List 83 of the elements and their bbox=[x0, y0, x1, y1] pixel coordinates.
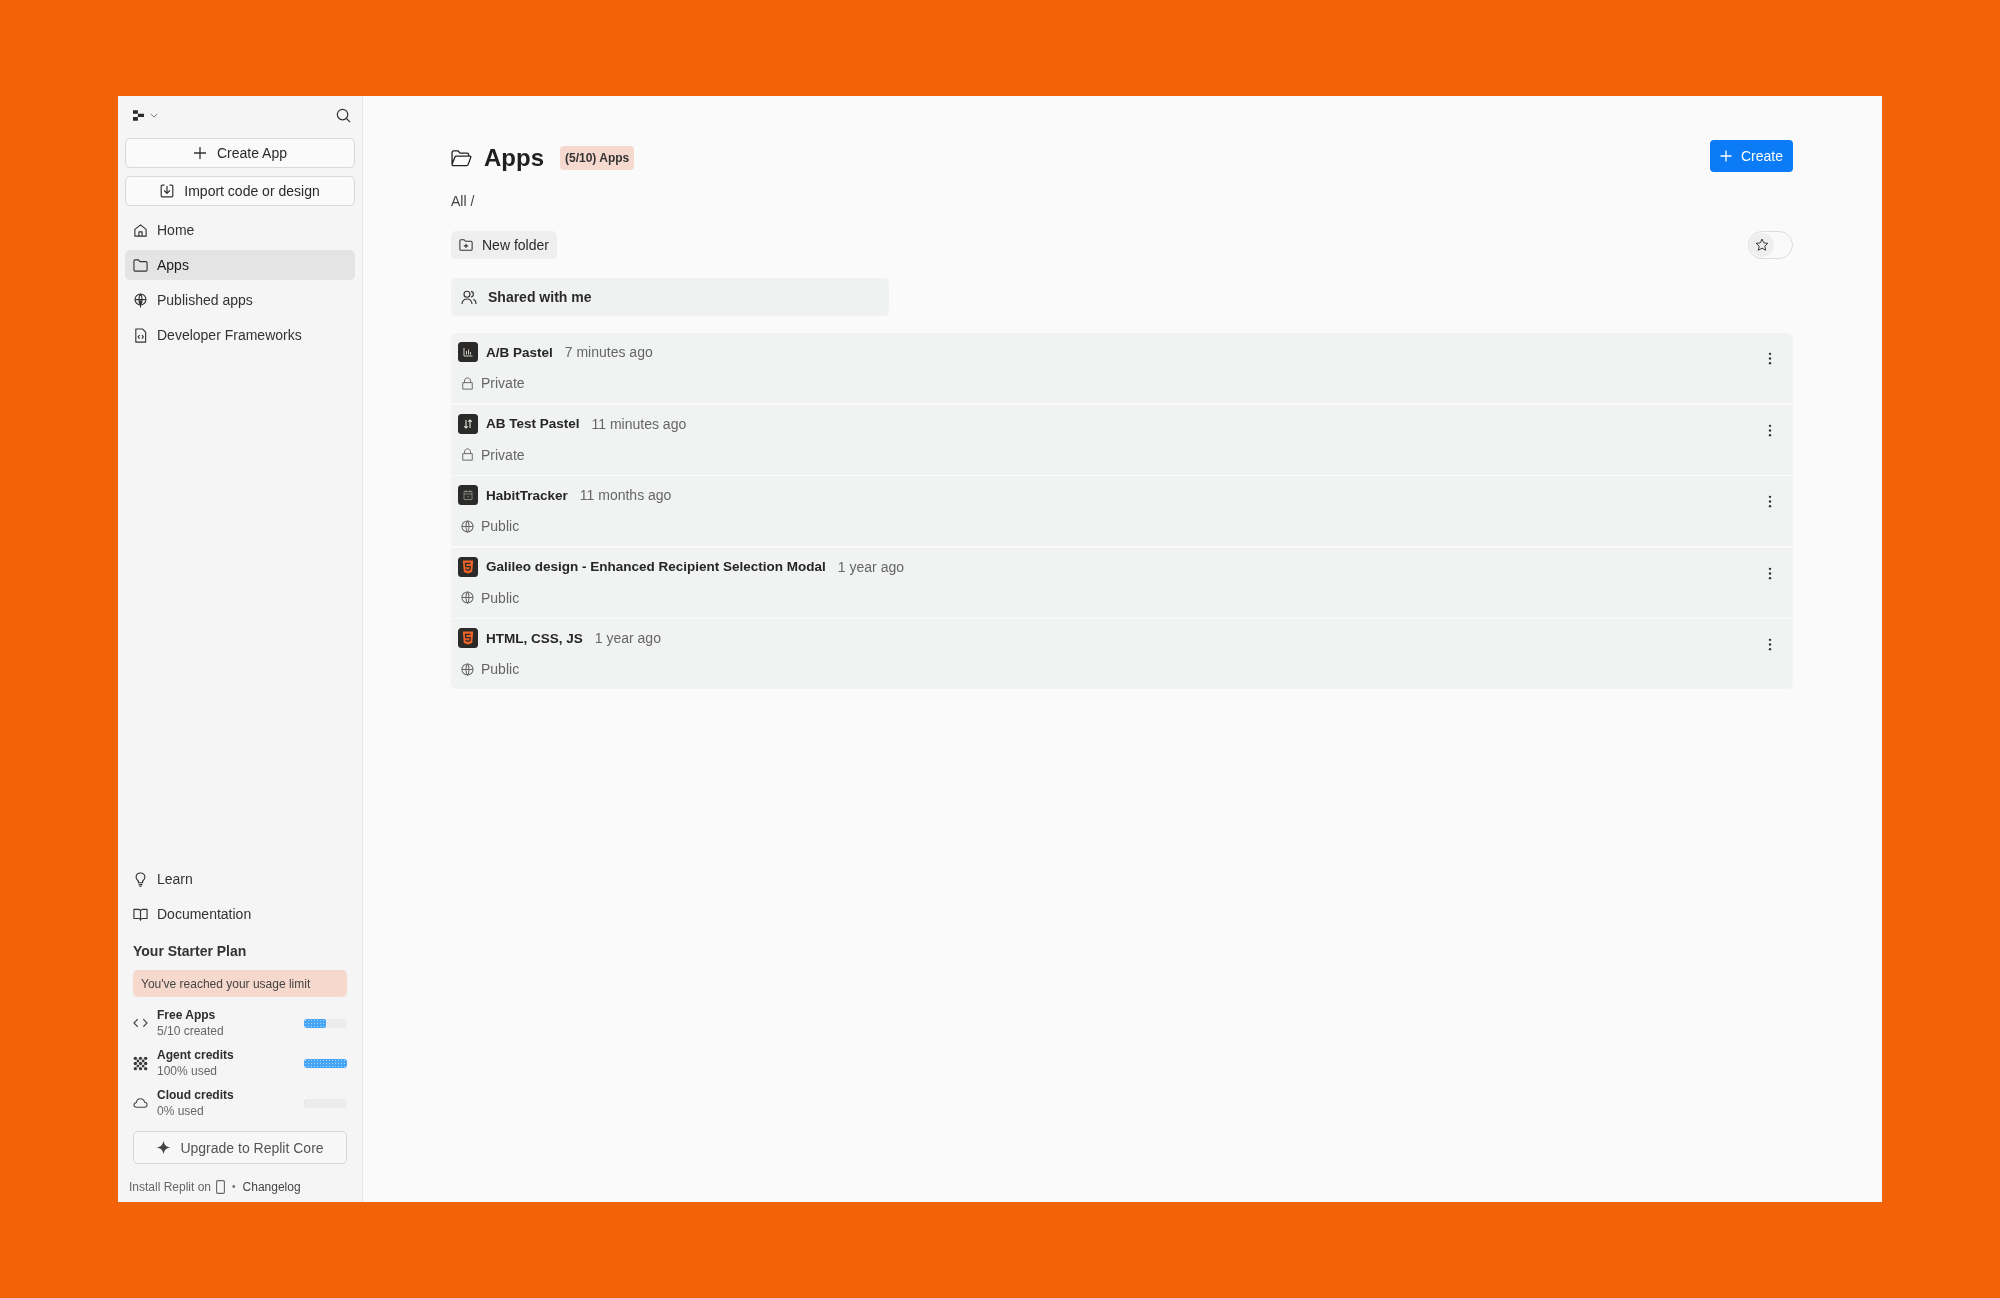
html5-shield-icon bbox=[458, 628, 478, 648]
phone-icon[interactable] bbox=[216, 1180, 226, 1194]
folder-plus-icon bbox=[459, 238, 473, 252]
app-name: Galileo design - Enhanced Recipient Selection Modal bbox=[486, 559, 826, 574]
app-row[interactable]: Galileo design - Enhanced Recipient Selection Modal 1 year ago Public bbox=[451, 547, 1793, 618]
separator-dot: • bbox=[231, 1180, 237, 1194]
app-name: HTML, CSS, JS bbox=[486, 630, 583, 646]
globe-icon bbox=[461, 519, 474, 533]
app-row[interactable]: HTML, CSS, JS 1 year ago Public bbox=[451, 619, 1793, 689]
app-updated-time: 1 year ago bbox=[594, 630, 661, 646]
sidebar-item[interactable]: Home bbox=[125, 215, 355, 245]
visibility-label: Public bbox=[481, 589, 520, 606]
users-icon bbox=[461, 289, 477, 305]
meter-reading: 0% used bbox=[157, 1103, 205, 1119]
plan-title: Your Starter Plan bbox=[133, 942, 248, 961]
meter-name: Agent credits bbox=[157, 1047, 235, 1063]
sparkle-icon bbox=[156, 1140, 172, 1155]
up-down-arrows-icon bbox=[458, 413, 478, 434]
folder-open-icon bbox=[451, 149, 472, 167]
sidebar-item[interactable]: Published apps bbox=[125, 285, 355, 315]
lightbulb-icon bbox=[133, 871, 148, 887]
app-name: HabitTracker bbox=[486, 487, 568, 503]
usage-limit-alert: You've reached your usage limit bbox=[133, 970, 347, 997]
calendar-icon bbox=[458, 485, 478, 505]
app-updated-time: 1 year ago bbox=[837, 558, 904, 575]
globe-arrow-icon bbox=[133, 292, 148, 308]
html5-shield-icon bbox=[458, 556, 478, 577]
shared-folder-item[interactable]: Shared with me bbox=[451, 278, 889, 316]
app-updated-time: 11 minutes ago bbox=[591, 415, 687, 432]
logo-icon[interactable] bbox=[133, 109, 144, 121]
star-icon bbox=[1755, 238, 1769, 252]
book-icon bbox=[133, 906, 148, 922]
more-options-icon[interactable] bbox=[1768, 495, 1772, 508]
more-options-icon[interactable] bbox=[1768, 638, 1772, 651]
bar-chart-icon bbox=[458, 342, 478, 362]
code-icon bbox=[133, 1017, 148, 1029]
visibility-label: Public bbox=[481, 518, 520, 534]
download-icon bbox=[160, 184, 175, 198]
sidebar-item[interactable]: Apps bbox=[125, 250, 355, 280]
cloud-icon bbox=[133, 1097, 148, 1109]
more-options-icon[interactable] bbox=[1768, 566, 1772, 580]
app-updated-time: 11 months ago bbox=[579, 487, 672, 503]
visibility-label: Public bbox=[481, 661, 520, 677]
create-button[interactable]: Create bbox=[1709, 140, 1793, 172]
more-options-icon[interactable] bbox=[1768, 423, 1772, 437]
app-row[interactable]: HabitTracker 11 months ago Public bbox=[451, 476, 1793, 546]
app-row[interactable]: AB Test Pastel 11 minutes ago Private bbox=[451, 404, 1793, 475]
new-folder-button[interactable]: New folder bbox=[451, 231, 557, 259]
folder-icon bbox=[133, 257, 148, 273]
sidebar-item[interactable]: Developer Frameworks bbox=[125, 320, 355, 350]
meter-reading: 100% used bbox=[157, 1063, 219, 1079]
meter-name: Free Apps bbox=[157, 1007, 217, 1023]
upgrade-button[interactable]: Upgrade to Replit Core bbox=[133, 1131, 347, 1164]
visibility-label: Private bbox=[481, 446, 525, 463]
app-name: A/B Pastel bbox=[486, 344, 553, 360]
sidebar-item[interactable]: Documentation bbox=[125, 899, 355, 929]
favorites-toggle[interactable] bbox=[1748, 231, 1793, 259]
import-button[interactable]: Import code or design bbox=[125, 176, 355, 206]
lock-icon bbox=[461, 376, 474, 390]
code-file-icon bbox=[133, 327, 148, 343]
app-row[interactable]: A/B Pastel 7 minutes ago Private bbox=[451, 333, 1793, 403]
lock-icon bbox=[461, 448, 474, 461]
app-updated-time: 7 minutes ago bbox=[564, 344, 653, 360]
home-icon bbox=[133, 222, 148, 238]
chevron-down-icon[interactable] bbox=[150, 112, 158, 118]
globe-icon bbox=[461, 591, 474, 604]
install-text: Install Replit on bbox=[129, 1179, 212, 1195]
dots-grid-icon bbox=[133, 1055, 148, 1071]
meter-name: Cloud credits bbox=[157, 1087, 235, 1103]
more-options-icon[interactable] bbox=[1768, 352, 1772, 365]
visibility-label: Private bbox=[481, 375, 525, 391]
app-name: AB Test Pastel bbox=[486, 416, 580, 431]
plus-icon bbox=[192, 146, 207, 160]
sidebar-item[interactable]: Learn bbox=[125, 864, 355, 894]
globe-icon bbox=[461, 662, 474, 676]
create-app-button[interactable]: Create App bbox=[125, 138, 355, 168]
meter-reading: 5/10 created bbox=[157, 1023, 225, 1039]
plus-icon bbox=[1719, 150, 1732, 162]
breadcrumb[interactable]: All / bbox=[451, 191, 475, 211]
app-count-badge: (5/10) Apps bbox=[560, 146, 635, 170]
changelog-link[interactable]: Changelog bbox=[242, 1179, 301, 1195]
page-title: Apps bbox=[484, 143, 544, 173]
search-icon[interactable] bbox=[336, 107, 351, 123]
